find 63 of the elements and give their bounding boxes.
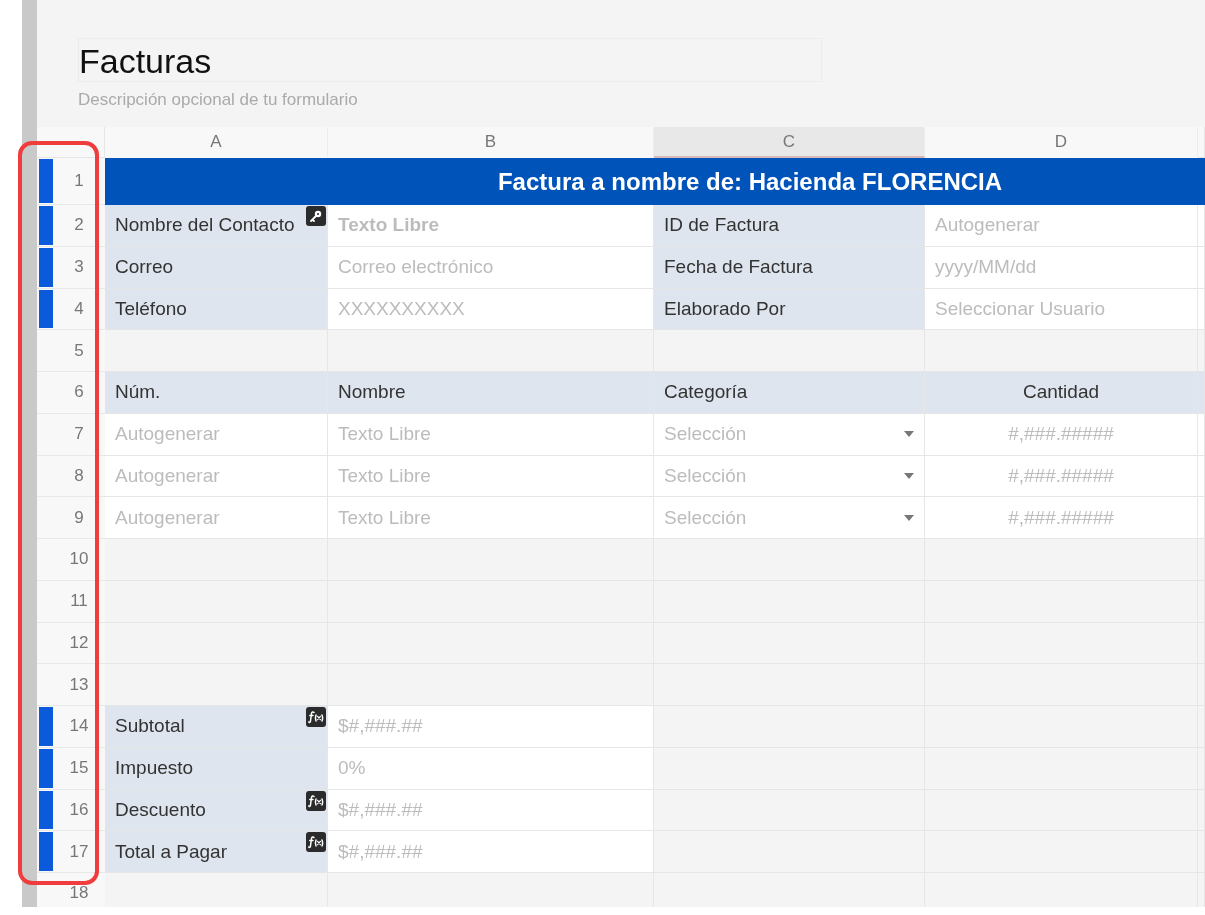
- form-title[interactable]: Facturas: [78, 38, 822, 82]
- field-label: Teléfono: [105, 288, 328, 331]
- row-number: 7: [37, 413, 105, 456]
- field-value[interactable]: Seleccionar Usuario: [925, 288, 1198, 331]
- table-cell[interactable]: Texto Libre: [328, 455, 654, 498]
- column-heading: Categoría: [654, 372, 925, 414]
- table-cell[interactable]: #,###.#####: [925, 497, 1198, 539]
- total-label: Subtotal: [115, 715, 185, 738]
- dropdown-caret-icon[interactable]: [904, 514, 914, 521]
- total-value[interactable]: $#,###.##: [328, 831, 654, 873]
- select-field[interactable]: Selección: [654, 413, 925, 456]
- column-header[interactable]: C: [654, 127, 925, 158]
- total-value[interactable]: 0%: [328, 747, 654, 790]
- row-number: 4: [37, 288, 105, 331]
- table-cell[interactable]: Autogenerar: [105, 455, 328, 498]
- column-heading: Nombre: [328, 372, 654, 414]
- row-number: 5: [37, 330, 105, 372]
- row-number: 1: [37, 158, 105, 205]
- row-number: 12: [37, 622, 105, 665]
- table-cell[interactable]: Autogenerar: [105, 497, 328, 539]
- row-number: 15: [37, 747, 105, 790]
- field-label: ID de Factura: [654, 205, 925, 247]
- field-label: Fecha de Factura: [654, 246, 925, 289]
- table-cell[interactable]: #,###.#####: [925, 455, 1198, 498]
- row-number: 13: [37, 664, 105, 706]
- row-number: 14: [37, 706, 105, 748]
- column-heading: Núm.: [105, 372, 328, 414]
- column-header[interactable]: A: [105, 127, 328, 158]
- row-number: 16: [37, 789, 105, 832]
- total-label: Descuento: [115, 798, 206, 821]
- form-description[interactable]: Descripción opcional de tu formulario: [78, 90, 1205, 110]
- total-value[interactable]: $#,###.##: [328, 789, 654, 832]
- total-value[interactable]: $#,###.##: [328, 706, 654, 748]
- table-cell[interactable]: Texto Libre: [328, 497, 654, 539]
- field-label: Nombre del Contacto: [115, 214, 295, 237]
- row-number: 10: [37, 539, 105, 581]
- row-number: 17: [37, 831, 105, 873]
- field-value[interactable]: Texto Libre: [328, 205, 654, 247]
- field-label: Elaborado Por: [654, 288, 925, 331]
- total-label: Impuesto: [105, 747, 328, 790]
- row-number: 6: [37, 372, 105, 414]
- row-number: 2: [37, 205, 105, 247]
- row-number: 9: [37, 497, 105, 539]
- field-value[interactable]: XXXXXXXXXX: [328, 288, 654, 331]
- dropdown-caret-icon[interactable]: [904, 431, 914, 438]
- row-number: 3: [37, 246, 105, 289]
- field-value[interactable]: Autogenerar: [925, 205, 1198, 247]
- field-value[interactable]: yyyy/MM/dd: [925, 246, 1198, 289]
- total-label: Total a Pagar: [115, 840, 227, 863]
- table-cell[interactable]: Autogenerar: [105, 413, 328, 456]
- table-cell[interactable]: Texto Libre: [328, 413, 654, 456]
- table-cell[interactable]: #,###.#####: [925, 413, 1198, 456]
- field-value[interactable]: Correo electrónico: [328, 246, 654, 289]
- dropdown-caret-icon[interactable]: [904, 472, 914, 479]
- row-number: 11: [37, 580, 105, 623]
- select-field[interactable]: Selección: [654, 497, 925, 539]
- column-header[interactable]: D: [925, 127, 1198, 158]
- field-label: Correo: [105, 246, 328, 289]
- column-heading: Cantidad: [925, 372, 1198, 414]
- row-number: 8: [37, 455, 105, 498]
- select-field[interactable]: Selección: [654, 455, 925, 498]
- column-header[interactable]: B: [328, 127, 654, 158]
- banner-title: Factura a nombre de: Hacienda FLORENCIA: [105, 158, 1205, 205]
